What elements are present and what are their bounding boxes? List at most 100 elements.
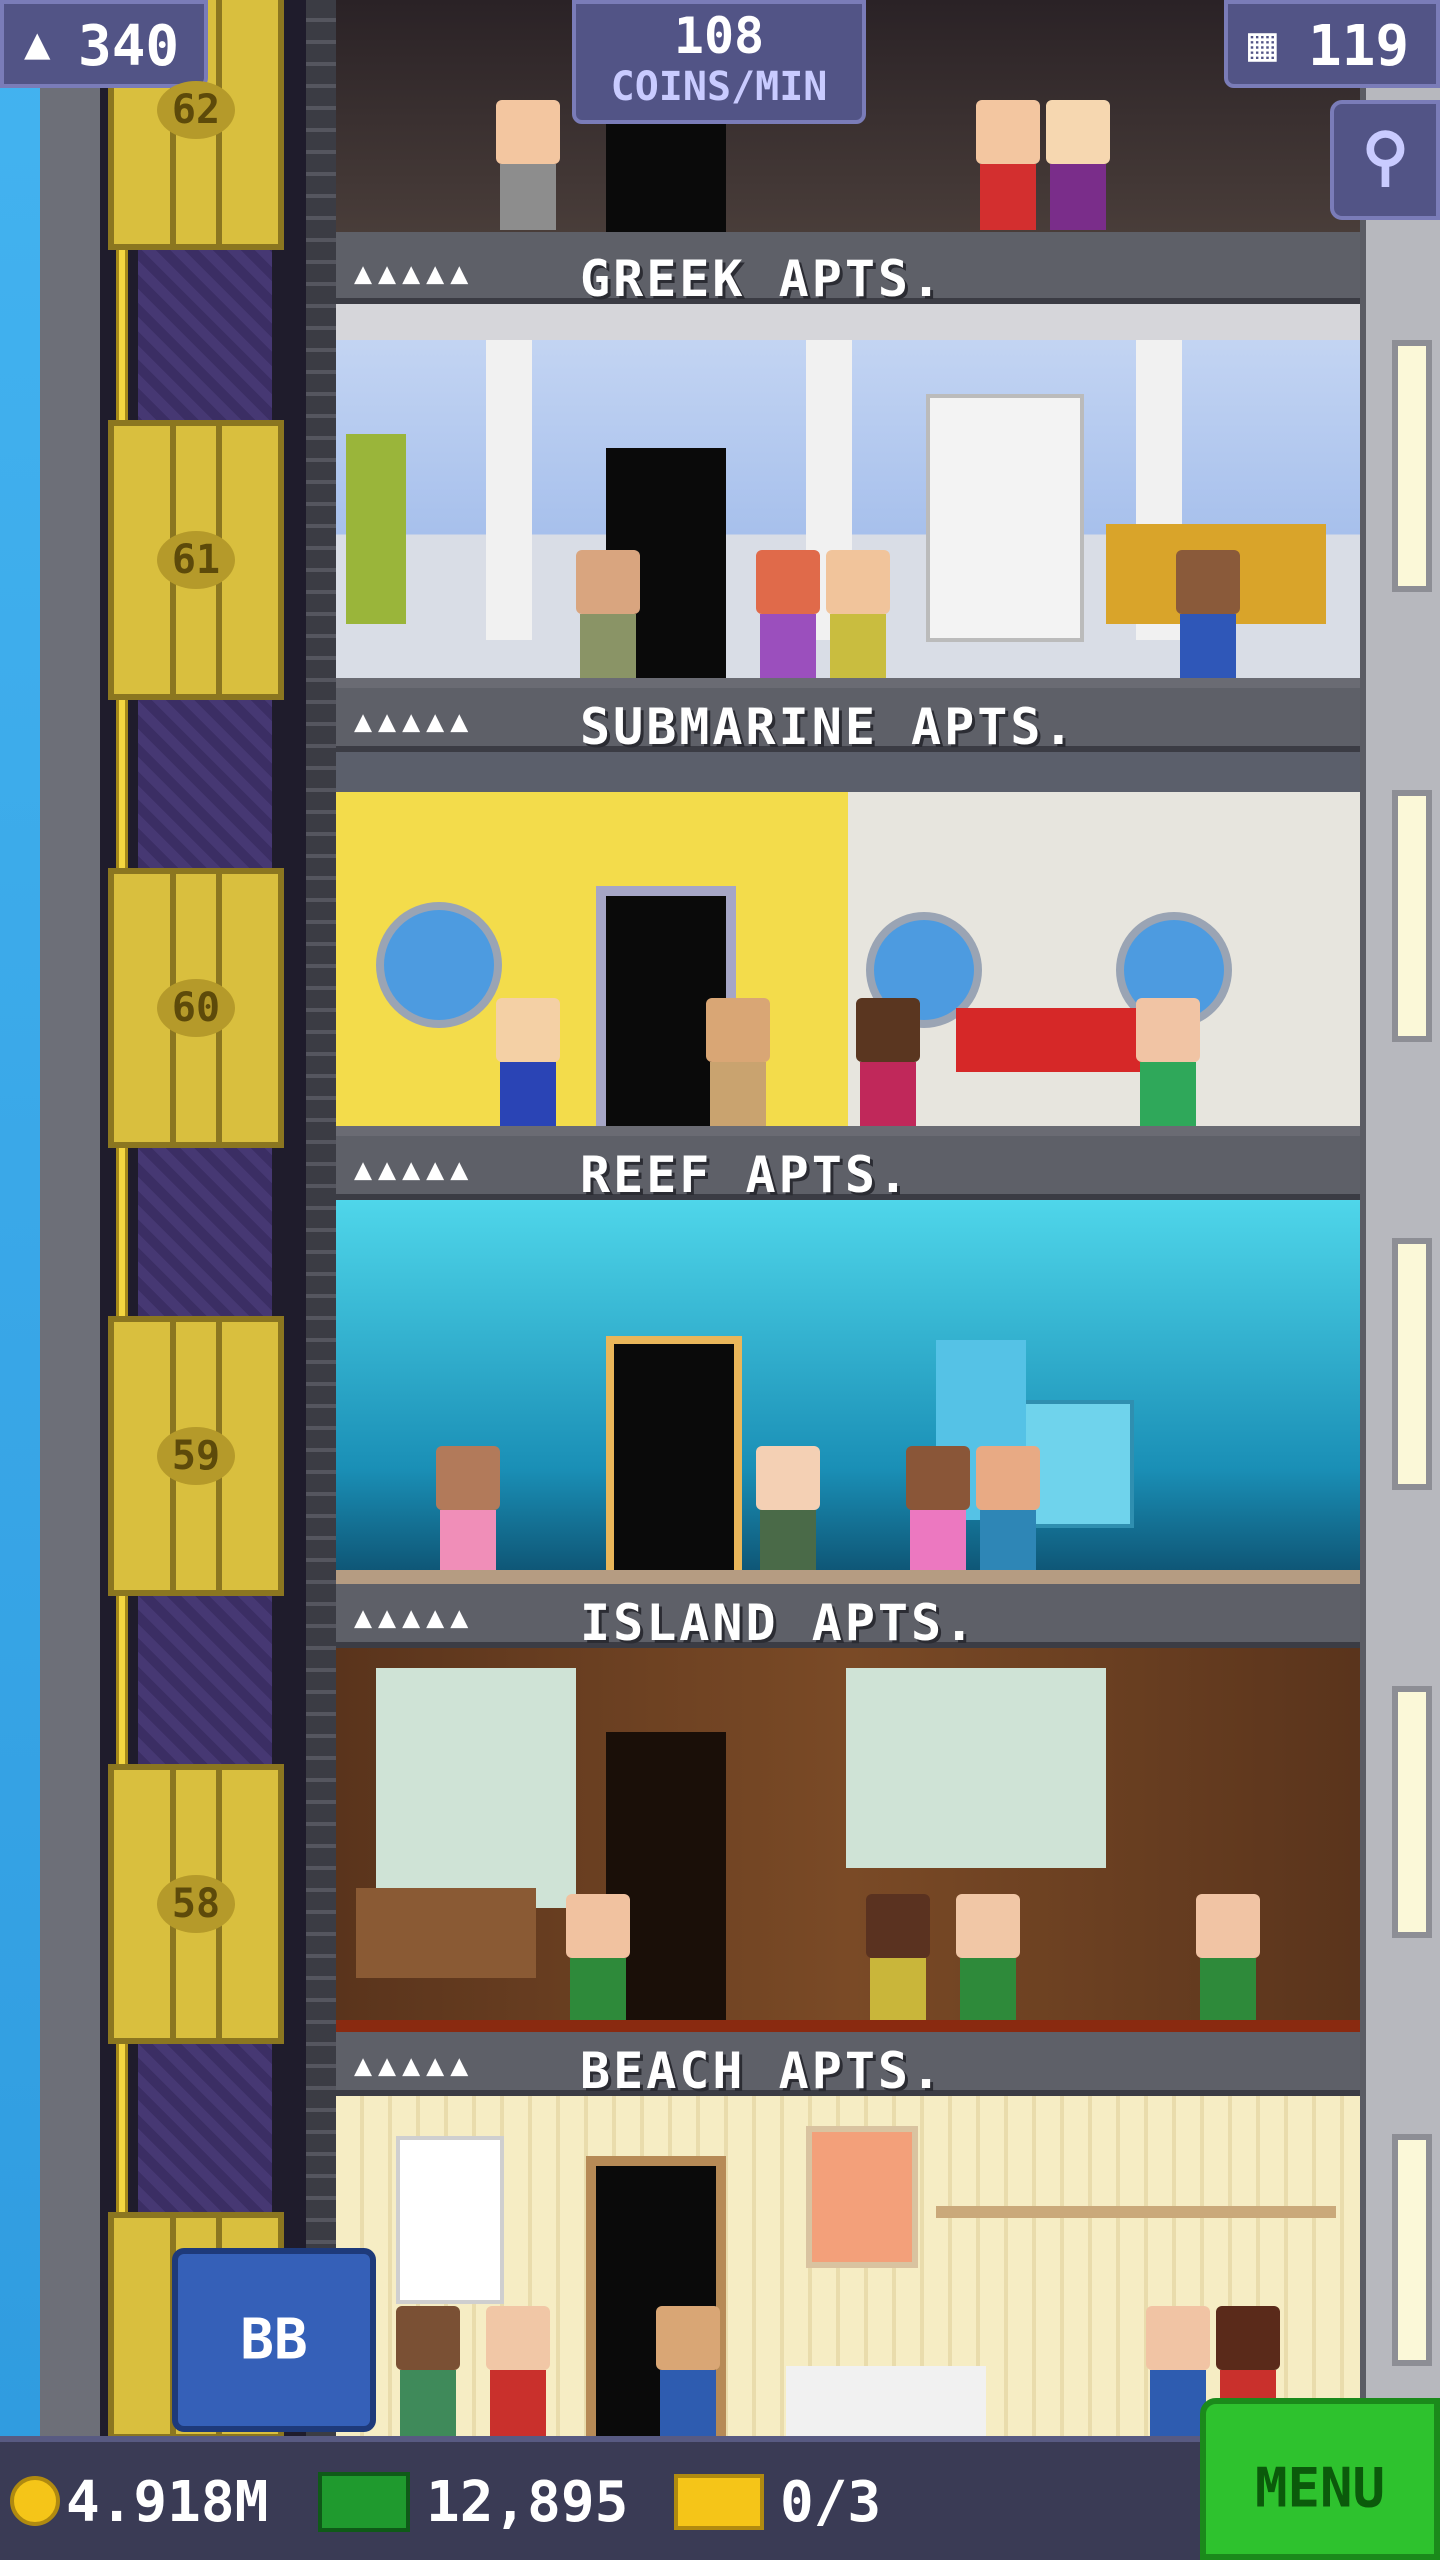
rating-pips: ▲▲▲▲▲ xyxy=(354,704,475,739)
population-value: 340 xyxy=(78,14,180,79)
tenant[interactable] xyxy=(956,1894,1020,2024)
tenant[interactable] xyxy=(856,998,920,1128)
tenant[interactable] xyxy=(976,1446,1040,1576)
shaft-panel xyxy=(138,1148,272,1318)
building-icon: ▦ xyxy=(1248,16,1277,72)
coin-icon xyxy=(10,2476,60,2526)
tenant[interactable] xyxy=(496,100,560,230)
elevator-car-60[interactable]: 60 xyxy=(108,868,284,1148)
floor-line xyxy=(336,678,1360,688)
window-strip xyxy=(1392,790,1432,1042)
elevator-floor-number: 62 xyxy=(157,81,235,139)
elevator-car-61[interactable]: 61 xyxy=(108,420,284,700)
floor-name: GREEK APTS. xyxy=(580,250,945,308)
tenant[interactable] xyxy=(756,1446,820,1576)
bux-icon xyxy=(318,2472,410,2532)
tenant[interactable] xyxy=(706,998,770,1128)
coins-value: 4.918M xyxy=(66,2470,269,2535)
floor-island[interactable]: ▲▲▲▲▲ ISLAND APTS. xyxy=(336,1584,1360,2032)
tickets-value: 0/3 xyxy=(780,2470,882,2535)
tenant[interactable] xyxy=(826,550,890,680)
shaft-panel xyxy=(138,2043,272,2213)
shaft-panel xyxy=(138,250,272,430)
coins-rate-unit: COINS/MIN xyxy=(610,64,828,110)
menu-button[interactable]: MENU xyxy=(1200,2398,1440,2560)
room-door xyxy=(606,114,726,234)
search-button[interactable]: ⚲ xyxy=(1330,100,1440,220)
elevator-rail-left xyxy=(116,0,128,2440)
window-strip xyxy=(1392,1238,1432,1490)
floors-value: 119 xyxy=(1308,14,1410,79)
rating-pips: ▲▲▲▲▲ xyxy=(354,1152,475,1187)
tenant[interactable] xyxy=(866,1894,930,2024)
tenant[interactable] xyxy=(576,550,640,680)
coins-rate-panel[interactable]: 108 COINS/MIN xyxy=(572,0,866,124)
white-sofa xyxy=(786,2366,986,2436)
floor-name: SUBMARINE APTS. xyxy=(580,698,1077,756)
floor-sign: ▲▲▲▲▲ BEACH APTS. xyxy=(336,2032,1360,2100)
tenant[interactable] xyxy=(756,550,820,680)
tenant[interactable] xyxy=(1176,550,1240,680)
tenant[interactable] xyxy=(1136,998,1200,1128)
room-submarine xyxy=(336,752,1360,1136)
window xyxy=(846,1668,1106,1868)
ceiling-pipes xyxy=(336,752,1360,792)
red-sofa xyxy=(956,1008,1146,1072)
elevator-car-58[interactable]: 58 xyxy=(108,1764,284,2044)
floor-sign: ▲▲▲▲▲ GREEK APTS. xyxy=(336,240,1360,308)
tower-left-wall xyxy=(40,0,106,2560)
elevator-car-59[interactable]: 59 xyxy=(108,1316,284,1596)
floor-sign: ▲▲▲▲▲ REEF APTS. xyxy=(336,1136,1360,1204)
elevator-floor-number: 58 xyxy=(157,1875,235,1933)
floor-line xyxy=(336,2020,1360,2032)
floor-line xyxy=(336,1570,1360,1584)
ticket-icon xyxy=(674,2474,764,2530)
tenant[interactable] xyxy=(1046,100,1110,230)
floor-line xyxy=(336,1126,1360,1136)
floor-greek[interactable]: ▲▲▲▲▲ GREEK APTS. xyxy=(336,240,1360,688)
tiki-bed xyxy=(356,1888,536,1978)
shaft-panel xyxy=(138,700,272,870)
floor-line xyxy=(336,232,1360,240)
tenant[interactable] xyxy=(396,2306,460,2436)
tenant[interactable] xyxy=(976,100,1040,230)
floor-name: REEF APTS. xyxy=(580,1146,912,1204)
floors-counter[interactable]: ▦ 119 xyxy=(1224,0,1440,88)
floor-submarine[interactable]: ▲▲▲▲▲ SUBMARINE APTS. xyxy=(336,688,1360,1136)
tenant[interactable] xyxy=(496,998,560,1128)
column xyxy=(486,340,532,640)
shutter-window xyxy=(396,2136,504,2304)
elevator-button-label: BB xyxy=(240,2307,308,2373)
window-strip xyxy=(1392,2134,1432,2366)
coins-rate-value: 108 xyxy=(673,7,765,65)
menu-label: MENU xyxy=(1254,2456,1386,2520)
tenant[interactable] xyxy=(906,1446,970,1576)
tenant[interactable] xyxy=(566,1894,630,2024)
porthole xyxy=(376,902,502,1028)
tenant[interactable] xyxy=(486,2306,550,2436)
floor-name: BEACH APTS. xyxy=(580,2042,945,2100)
ceiling-trim xyxy=(336,304,1360,340)
rating-pips: ▲▲▲▲▲ xyxy=(354,256,475,291)
rating-pips: ▲▲▲▲▲ xyxy=(354,1600,475,1635)
floor-reef[interactable]: ▲▲▲▲▲ REEF APTS. xyxy=(336,1136,1360,1584)
floor-sign: ▲▲▲▲▲ ISLAND APTS. xyxy=(336,1584,1360,1652)
room-beach xyxy=(336,2096,1360,2436)
tenant[interactable] xyxy=(1196,1894,1260,2024)
room-reef xyxy=(336,1200,1360,1584)
tenant[interactable] xyxy=(656,2306,720,2436)
floor-name: ISLAND APTS. xyxy=(580,1594,978,1652)
floor-beach[interactable]: ▲▲▲▲▲ BEACH APTS. xyxy=(336,2032,1360,2436)
shaft-panel xyxy=(138,1595,272,1765)
window-strip xyxy=(1392,340,1432,592)
magnifier-icon: ⚲ xyxy=(1362,120,1409,194)
elevator-floor-number: 61 xyxy=(157,531,235,589)
rating-pips: ▲▲▲▲▲ xyxy=(354,2048,475,2083)
population-counter[interactable]: ▲ 340 xyxy=(0,0,208,88)
sunset-painting xyxy=(806,2126,918,2268)
floor-sign: ▲▲▲▲▲ SUBMARINE APTS. xyxy=(336,688,1360,756)
bux-value: 12,895 xyxy=(426,2470,629,2535)
window-strip xyxy=(1392,1686,1432,1938)
tenant[interactable] xyxy=(436,1446,500,1576)
elevator-button[interactable]: BB xyxy=(172,2248,376,2432)
